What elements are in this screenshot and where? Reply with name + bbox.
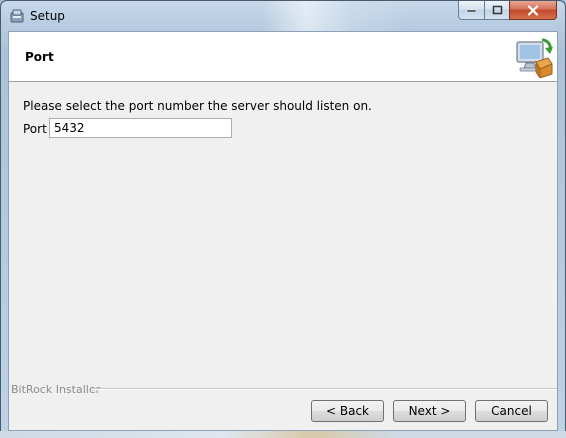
window-title: Setup bbox=[30, 9, 65, 23]
footer-divider bbox=[91, 388, 557, 390]
cancel-button[interactable]: Cancel bbox=[475, 400, 548, 422]
computer-install-icon bbox=[516, 38, 553, 78]
close-icon bbox=[527, 4, 539, 16]
background-strip bbox=[0, 431, 566, 438]
maximize-icon bbox=[492, 5, 502, 15]
close-button[interactable] bbox=[509, 1, 557, 20]
next-button[interactable]: Next > bbox=[393, 400, 466, 422]
instruction-text: Please select the port number the server… bbox=[23, 99, 372, 113]
installer-brand: BitRock Installer bbox=[11, 383, 101, 396]
page-title: Port bbox=[25, 50, 54, 64]
page-header: Port bbox=[9, 32, 557, 82]
port-label: Port bbox=[23, 122, 47, 136]
back-button[interactable]: < Back bbox=[311, 400, 384, 422]
installer-body: Port Please select the port number the s… bbox=[8, 31, 558, 431]
maximize-button[interactable] bbox=[484, 1, 510, 20]
minimize-button[interactable] bbox=[458, 1, 485, 20]
setup-installer-icon bbox=[10, 9, 24, 23]
minimize-icon bbox=[466, 9, 477, 13]
setup-window: Setup Port Please select the port number… bbox=[0, 0, 566, 438]
port-input[interactable] bbox=[49, 118, 232, 138]
titlebar[interactable]: Setup bbox=[1, 1, 565, 31]
